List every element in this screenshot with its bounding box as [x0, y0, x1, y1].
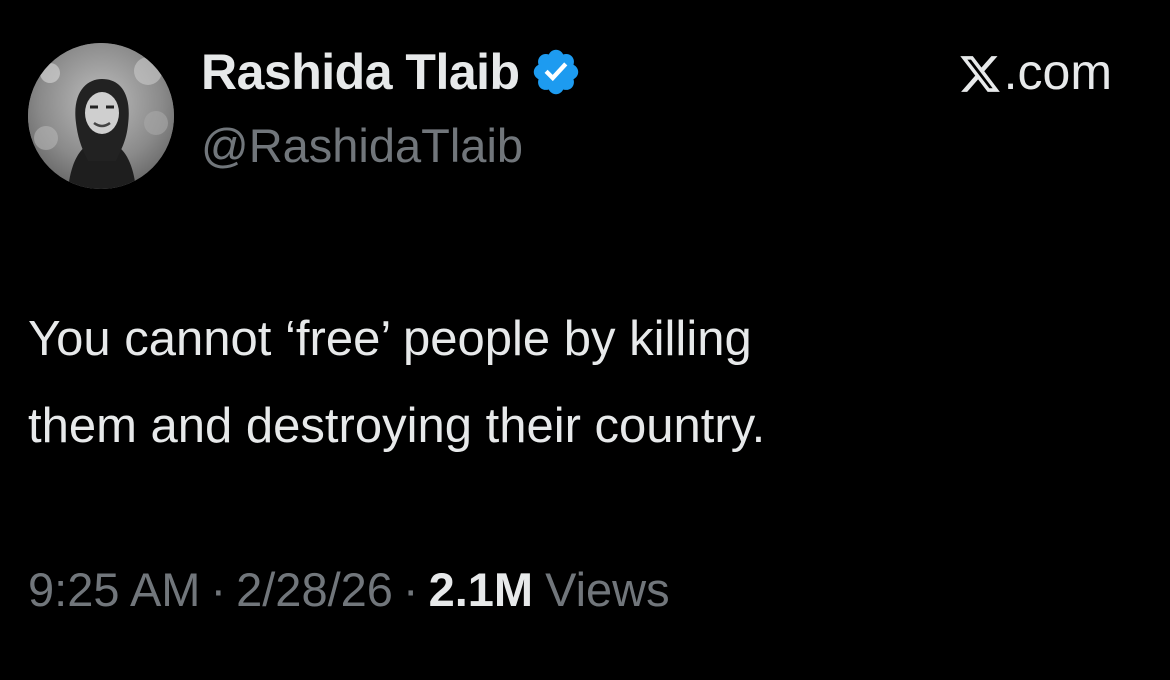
avatar-photo-icon: [28, 43, 174, 189]
profile-avatar[interactable]: [28, 43, 174, 189]
tweet-card: Rashida Tlaib @RashidaTlaib .com You can…: [0, 0, 1170, 680]
author-handle[interactable]: @RashidaTlaib: [201, 118, 523, 173]
tweet-meta: 9:25 AM · 2/28/26 · 2.1M Views: [28, 557, 670, 621]
x-logo-icon: [958, 50, 1002, 94]
author-name-row: Rashida Tlaib: [201, 40, 582, 104]
meta-separator: ·: [402, 562, 419, 616]
views-count[interactable]: 2.1M: [429, 562, 534, 617]
views-label: Views: [545, 562, 670, 616]
verified-badge-icon[interactable]: [530, 46, 582, 98]
brand-domain-suffix: .com: [1003, 44, 1112, 100]
author-display-name[interactable]: Rashida Tlaib: [201, 43, 520, 101]
meta-separator: ·: [210, 562, 227, 616]
tweet-time[interactable]: 9:25 AM: [28, 562, 200, 617]
tweet-text: You cannot ‘free’ people by killing them…: [28, 312, 766, 453]
tweet-date[interactable]: 2/28/26: [236, 562, 393, 617]
brand-link[interactable]: .com: [958, 40, 1112, 104]
